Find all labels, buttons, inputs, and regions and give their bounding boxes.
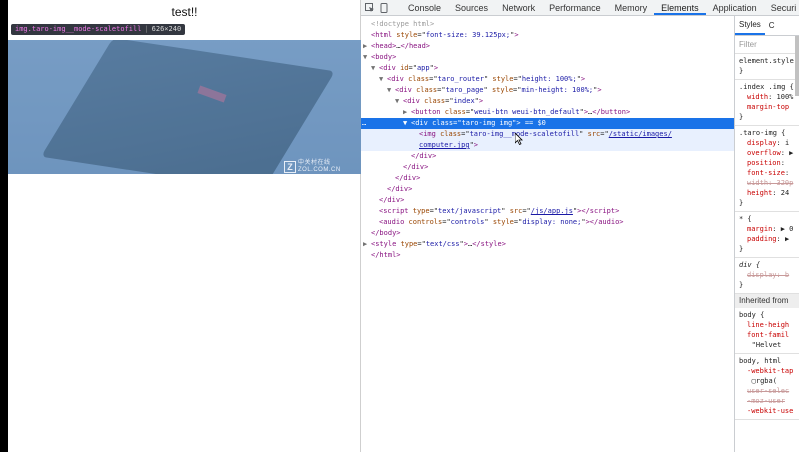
collapse-arrow-icon[interactable]: ▶: [363, 41, 367, 52]
dom-node-markup: <audio controls="controls" style="displa…: [379, 218, 624, 226]
dom-node-markup: <!doctype html>: [371, 20, 435, 28]
element-inspect-tooltip: img.taro-img__mode-scaletofill | 626×240: [11, 24, 186, 35]
styles-pane: Styles C Filter element.style } .index .…: [734, 16, 799, 452]
page-preview: test!! img.taro-img__mode-scaletofill | 62…: [8, 0, 361, 452]
devtools-tabs: Console Sources Network Performance Memory El…: [401, 0, 799, 15]
watermark-line2: ZOL.COM.CN: [298, 167, 341, 173]
tab-network[interactable]: Network: [495, 0, 542, 15]
dom-node[interactable]: ▼ <div class="taro_page" style="min-heigh…: [361, 85, 734, 96]
expand-arrow-icon[interactable]: ▼: [387, 85, 391, 96]
dom-node-markup: </body>: [371, 229, 401, 237]
style-rule-body-html[interactable]: body, html -webkit-tap ▢rgba( user-selec…: [735, 354, 799, 420]
expand-arrow-icon[interactable]: ▼: [379, 74, 383, 85]
tab-elements[interactable]: Elements: [654, 0, 706, 15]
dom-node-markup: </html>: [371, 251, 401, 259]
expand-arrow-icon[interactable]: ▼: [371, 63, 375, 74]
tab-securi[interactable]: Securi: [764, 0, 799, 15]
dom-node-markup: <style type="text/css">…</style>: [371, 240, 506, 248]
dom-node[interactable]: </div>: [361, 195, 734, 206]
styles-tabs: Styles C: [735, 16, 799, 36]
inherited-from-header: Inherited from: [735, 294, 799, 308]
tab-memory[interactable]: Memory: [608, 0, 655, 15]
dom-node-markup: </div>: [387, 185, 413, 193]
dom-node-markup: <div class="taro_router" style="height: …: [387, 75, 586, 83]
style-rule-element[interactable]: element.style }: [735, 54, 799, 80]
dom-node[interactable]: </div>: [361, 162, 734, 173]
tab-console[interactable]: Console: [401, 0, 448, 15]
style-rule-universal[interactable]: * { margin: ▶ 0 padding: ▶ }: [735, 212, 799, 258]
dom-node-selected[interactable]: … ▼ <div class="taro-img img"> == $0: [361, 118, 734, 129]
inspect-highlight-overlay: [8, 40, 361, 174]
dom-node-markup: <button class="weui-btn weui-btn_default…: [411, 108, 631, 116]
collapse-arrow-icon[interactable]: ▶: [403, 107, 407, 118]
dom-node-markup: </div>: [379, 196, 405, 204]
dom-node[interactable]: ▼ <div id="app">: [361, 63, 734, 74]
mouse-cursor-icon: [515, 133, 523, 145]
watermark-mark: Z: [284, 161, 296, 173]
dom-node[interactable]: <img class="taro-img__mode-scaletofill" …: [361, 129, 734, 140]
dom-node-markup: <body>: [371, 53, 397, 61]
dom-node[interactable]: </html>: [361, 250, 734, 261]
dom-node-markup: computer.jpg">: [419, 141, 479, 149]
dom-node[interactable]: ▼ <div class="taro_router" style="height:…: [361, 74, 734, 85]
dom-node-markup: <div id="app">: [379, 64, 439, 72]
tooltip-selector: img.taro-img__mode-scaletofill: [15, 25, 142, 33]
dom-node[interactable]: <!doctype html>: [361, 19, 734, 30]
dom-node-markup: </div>: [411, 152, 437, 160]
watermark-line1: 中关村在线: [298, 160, 331, 166]
dom-node-markup: <head>…</head>: [371, 42, 431, 50]
styles-filter-input[interactable]: Filter: [735, 36, 799, 54]
dom-node-markup: </div>: [395, 174, 421, 182]
dom-node[interactable]: <script type="text/javascript" src="/js/…: [361, 206, 734, 217]
dom-node-markup: <html style="font-size: 39.125px;">: [371, 31, 519, 39]
expand-arrow-icon[interactable]: ▼: [403, 118, 407, 129]
dom-node[interactable]: </div>: [361, 173, 734, 184]
page-title: test!!: [171, 5, 198, 19]
dom-node-markup: <img class="taro-img__mode-scaletofill" …: [419, 130, 672, 138]
dom-node[interactable]: ▼ <div class="index">: [361, 96, 734, 107]
style-rule-div[interactable]: div { display: b }: [735, 258, 799, 294]
dom-node-markup: <div class="taro-img img"> == $0: [411, 119, 546, 127]
dom-node[interactable]: ▶ <button class="weui-btn weui-btn_defaul…: [361, 107, 734, 118]
dom-node[interactable]: <audio controls="controls" style="displa…: [361, 217, 734, 228]
tab-sources[interactable]: Sources: [448, 0, 495, 15]
dom-node[interactable]: <html style="font-size: 39.125px;">: [361, 30, 734, 41]
collapse-arrow-icon[interactable]: ▶: [363, 239, 367, 250]
inspect-element-icon[interactable]: [365, 0, 375, 16]
expand-arrow-icon[interactable]: ▼: [395, 96, 399, 107]
dom-node-markup: <div class="taro_page" style="min-height…: [395, 86, 602, 94]
dom-node[interactable]: </body>: [361, 228, 734, 239]
dom-node[interactable]: computer.jpg">: [361, 140, 734, 151]
device-toolbar-icon[interactable]: [379, 0, 389, 16]
devtools-tabbar: Console Sources Network Performance Memory El…: [361, 0, 799, 16]
dom-node-markup: <script type="text/javascript" src="/js/…: [379, 207, 620, 215]
devtools-panel: Console Sources Network Performance Memory El…: [361, 0, 799, 452]
dom-node[interactable]: </div>: [361, 184, 734, 195]
style-rule-index-img[interactable]: .index .img { width: 100% margin-top }: [735, 80, 799, 126]
dom-node[interactable]: ▼ <body>: [361, 52, 734, 63]
elements-dom-tree: <!doctype html> <html style="font-size: 3…: [361, 16, 734, 452]
watermark-logo: Z 中关村在线 ZOL.COM.CN: [284, 160, 341, 174]
style-rule-body[interactable]: body { line-heigh font-famil "Helvet: [735, 308, 799, 354]
style-rule-taro-img[interactable]: .taro-img { display: i overflow: ▶ posit…: [735, 126, 799, 212]
tooltip-size: 626×240: [151, 25, 182, 33]
tab-performance[interactable]: Performance: [542, 0, 608, 15]
dom-node[interactable]: </div>: [361, 151, 734, 162]
dom-node[interactable]: ▶ <style type="text/css">…</style>: [361, 239, 734, 250]
highlighted-image[interactable]: Z 中关村在线 ZOL.COM.CN: [8, 40, 361, 174]
tab-computed[interactable]: C: [765, 21, 779, 31]
dom-node-markup: </div>: [403, 163, 429, 171]
tab-application[interactable]: Application: [706, 0, 764, 15]
dom-node[interactable]: ▶ <head>…</head>: [361, 41, 734, 52]
dom-node-markup: <div class="index">: [403, 97, 484, 105]
expand-arrow-icon[interactable]: ▼: [363, 52, 367, 63]
window-edge: [0, 0, 8, 452]
node-actions-ellipsis[interactable]: …: [362, 118, 366, 129]
tab-styles[interactable]: Styles: [735, 17, 765, 35]
styles-scrollbar[interactable]: [795, 36, 799, 96]
